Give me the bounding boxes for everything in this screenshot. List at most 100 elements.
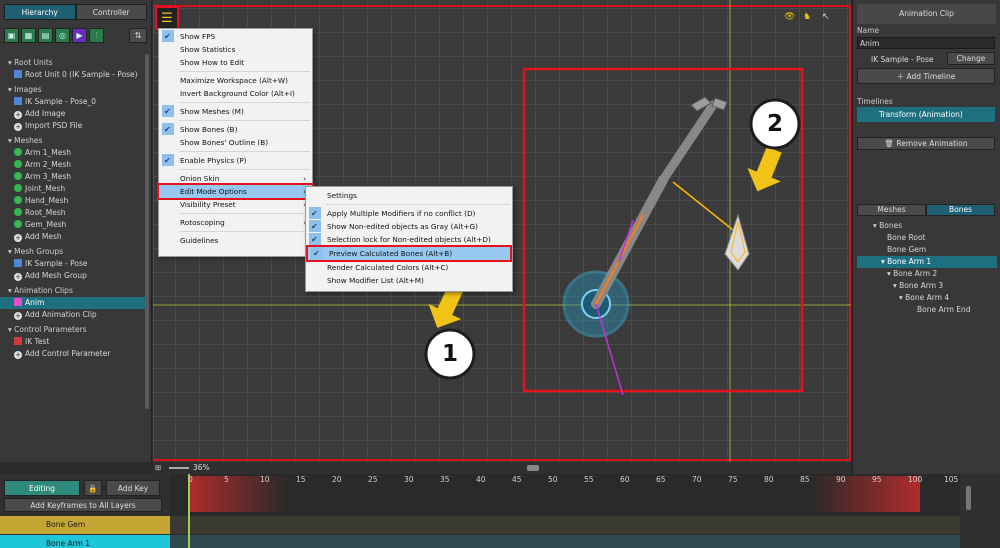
section-meshes[interactable]: ▾ Meshes	[0, 132, 146, 147]
add-timeline-button[interactable]: ＋ Add Timeline	[857, 68, 995, 84]
mesh-item[interactable]: Arm 1_Mesh	[0, 147, 146, 159]
menu-show-meshes[interactable]: Show Meshes (M)	[159, 105, 312, 118]
bone-item[interactable]: ▾ Bone Arm 3	[857, 280, 997, 292]
tab-meshes[interactable]: Meshes	[857, 204, 926, 216]
image-filter-icon[interactable]: ▣	[4, 28, 19, 43]
section-mesh-groups[interactable]: ▾ Mesh Groups	[0, 243, 146, 258]
mesh-filter-icon[interactable]: ▦	[21, 28, 36, 43]
add-mesh-group-item[interactable]: + Add Mesh Group	[0, 270, 146, 282]
remove-animation-button[interactable]: 🗑 Remove Animation	[857, 137, 995, 150]
menu-show-statistics[interactable]: Show Statistics	[159, 43, 312, 56]
timeline-scrollbar[interactable]	[966, 486, 971, 510]
hierarchy-scrollbar[interactable]	[145, 54, 149, 409]
mesh-item[interactable]: Gem_Mesh	[0, 219, 146, 231]
import-psd-item[interactable]: + Import PSD File	[0, 120, 146, 132]
add-key-button[interactable]: Add Key	[106, 480, 160, 496]
submenu-arrow-icon: ›	[303, 174, 306, 183]
layer-bone-gem[interactable]: Bone Gem	[0, 516, 170, 534]
add-control-parameter-item[interactable]: + Add Control Parameter	[0, 348, 146, 360]
menu-invert-background[interactable]: Invert Background Color (Alt+I)	[159, 87, 312, 100]
section-control-parameters[interactable]: ▾ Control Parameters	[0, 321, 146, 336]
menu-button[interactable]: ☰	[155, 6, 179, 30]
mesh-item[interactable]: Arm 3_Mesh	[0, 171, 146, 183]
parameter-icon	[14, 337, 22, 345]
submenu-show-modifier-list[interactable]: Show Modifier List (Alt+M)	[306, 274, 512, 287]
playhead[interactable]	[188, 474, 190, 548]
editing-toggle[interactable]: Editing	[4, 480, 80, 496]
bone-item[interactable]: Bone Root	[857, 232, 997, 244]
fit-icon[interactable]: ⊞	[155, 463, 161, 472]
horizontal-scrollbar[interactable]	[527, 465, 539, 471]
bone-visibility-icon[interactable]: ♞	[803, 12, 811, 22]
add-keyframes-all-button[interactable]: Add Keyframes to All Layers	[4, 498, 162, 512]
submenu-render-calculated-colors[interactable]: Render Calculated Colors (Alt+C)	[306, 261, 512, 274]
bone-item[interactable]: ▾ Bone Arm 4	[857, 292, 997, 304]
workspace-viewport[interactable]: 1 2 ☰ 👁 ♞ ↖ Show FPS Show Statistics Sho…	[153, 0, 851, 462]
zoom-level: 36%	[193, 463, 210, 472]
change-button[interactable]: Change	[947, 52, 995, 65]
plus-icon: +	[14, 312, 22, 320]
menu-show-bones-outline[interactable]: Show Bones' Outline (B)	[159, 136, 312, 149]
bone-folder[interactable]: ▾ Bones	[857, 220, 997, 232]
clip-filter-icon[interactable]: ▶	[72, 28, 87, 43]
timeline-item[interactable]: Transform (Animation)	[857, 107, 995, 122]
sort-icon[interactable]: ⇅	[129, 28, 147, 43]
submenu-selection-lock[interactable]: Selection lock for Non-edited objects (A…	[306, 233, 512, 246]
submenu-apply-multiple-modifiers[interactable]: Apply Multiple Modifiers if no conflict …	[306, 207, 512, 220]
lock-icon[interactable]: 🔒	[84, 480, 102, 496]
zoom-slider[interactable]	[169, 467, 189, 469]
menu-maximize-workspace[interactable]: Maximize Workspace (Alt+W)	[159, 74, 312, 87]
mesh-item[interactable]: Arm 2_Mesh	[0, 159, 146, 171]
animation-clip-item[interactable]: Anim	[0, 297, 146, 309]
bone-item[interactable]: ▾ Bone Arm 2	[857, 268, 997, 280]
frame-tick-label: 60	[620, 475, 630, 484]
menu-onion-skin[interactable]: Onion Skin ›	[159, 172, 312, 185]
add-mesh-item[interactable]: + Add Mesh	[0, 231, 146, 243]
mesh-item[interactable]: Root_Mesh	[0, 207, 146, 219]
edit-mode-submenu: Settings Apply Multiple Modifiers if no …	[305, 186, 513, 292]
add-image-item[interactable]: + Add Image	[0, 108, 146, 120]
root-unit-item[interactable]: Root Unit 0 (IK Sample - Pose)	[0, 69, 146, 81]
bone-item-selected[interactable]: ▾ Bone Arm 1	[857, 256, 997, 268]
menu-separator	[179, 151, 310, 152]
range-start-shade	[188, 476, 288, 512]
frame-tick-label: 15	[296, 475, 306, 484]
layer-bone-arm-1[interactable]: Bone Arm 1	[0, 535, 170, 548]
bone-item[interactable]: Bone Gem	[857, 244, 997, 256]
animation-filter-icon[interactable]: ◎	[55, 28, 70, 43]
gem-shape	[724, 213, 750, 271]
mesh-item[interactable]: Joint_Mesh	[0, 183, 146, 195]
menu-show-how-to-edit[interactable]: Show How to Edit	[159, 56, 312, 69]
bone-item[interactable]: Bone Arm End	[857, 304, 997, 316]
menu-edit-mode-options[interactable]: Edit Mode Options›	[157, 183, 314, 200]
visibility-icon[interactable]: 👁	[784, 12, 795, 22]
menu-enable-physics[interactable]: Enable Physics (P)	[159, 154, 312, 167]
tab-controller[interactable]: Controller	[75, 4, 147, 20]
menu-guidelines[interactable]: Guidelines	[159, 234, 312, 247]
menu-show-fps[interactable]: Show FPS	[159, 30, 312, 43]
menu-visibility-preset[interactable]: Visibility Preset›	[159, 198, 312, 211]
section-root-units[interactable]: ▾ Root Units	[0, 54, 146, 69]
section-animation-clips[interactable]: ▾ Animation Clips	[0, 282, 146, 297]
pointer-icon[interactable]: ↖	[822, 12, 830, 22]
param-filter-icon[interactable]: ⫶	[89, 28, 104, 43]
menu-rotoscoping[interactable]: Rotoscoping›	[159, 216, 312, 229]
menu-show-bones[interactable]: Show Bones (B)	[159, 123, 312, 136]
section-images[interactable]: ▾ Images	[0, 81, 146, 96]
submenu-show-non-edited-gray[interactable]: Show Non-edited objects as Gray (Alt+G)	[306, 220, 512, 233]
name-field[interactable]: Anim	[857, 37, 995, 49]
control-parameter-item[interactable]: IK Test	[0, 336, 146, 348]
submenu-settings[interactable]: Settings	[306, 189, 512, 202]
tab-hierarchy[interactable]: Hierarchy	[4, 4, 76, 20]
frame-tick-label: 30	[404, 475, 414, 484]
timeline-track-area[interactable]: 0 5 10 15 20 25 30 35 40 45 50 55 60 65 70 75 80 85 90 95 10…	[170, 474, 960, 548]
mesh-item[interactable]: Hand_Mesh	[0, 195, 146, 207]
meshgroup-filter-icon[interactable]: ▤	[38, 28, 53, 43]
add-animation-clip-item[interactable]: + Add Animation Clip	[0, 309, 146, 321]
submenu-preview-calculated-bones[interactable]: Preview Calculated Bones (Alt+B)	[306, 245, 512, 262]
tab-bones[interactable]: Bones	[926, 204, 995, 216]
image-item[interactable]: IK Sample - Pose_0	[0, 96, 146, 108]
root-unit-icon	[14, 70, 22, 78]
frame-tick-label: 35	[440, 475, 450, 484]
mesh-group-item[interactable]: IK Sample - Pose	[0, 258, 146, 270]
